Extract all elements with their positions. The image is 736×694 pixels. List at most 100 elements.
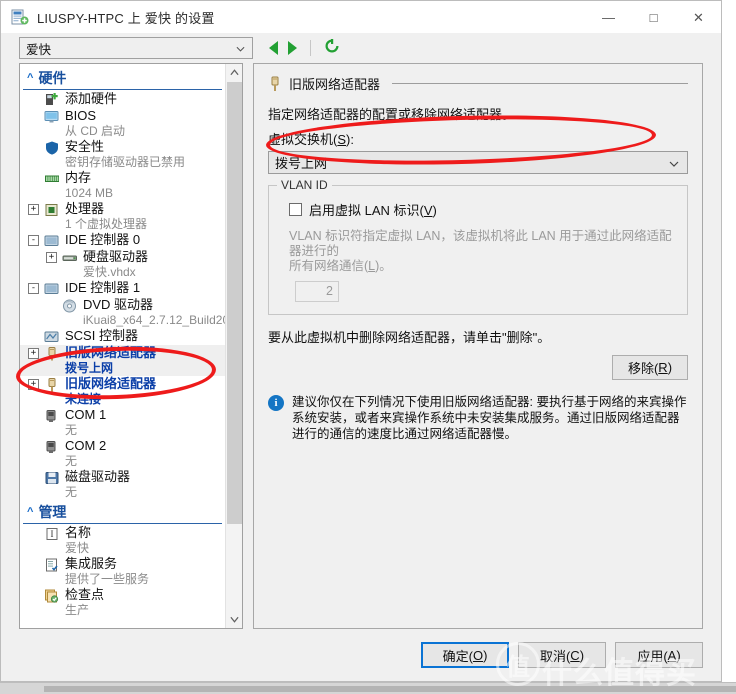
tree-item-row: BIOS 从 CD 启动 [20, 108, 225, 139]
tree-item-0-6[interactable]: + 硬盘驱动器 爱快.vhdx [20, 249, 225, 280]
remove-button-label-post: ) [667, 360, 673, 375]
com-port-icon [43, 439, 61, 455]
remove-instruction-text: 要从此虚拟机中删除网络适配器，请单击"删除"。 [268, 330, 551, 345]
virtual-switch-combobox[interactable]: 拨号上网 [268, 151, 688, 174]
remove-button[interactable]: 移除(R) [612, 355, 688, 380]
tree-item-0-1[interactable]: BIOS 从 CD 启动 [20, 108, 225, 139]
refresh-icon[interactable] [324, 38, 340, 59]
tree-item-0-3[interactable]: 内存 1024 MB [20, 170, 225, 201]
triangle-left-icon[interactable] [269, 41, 278, 55]
chevron-up-icon[interactable]: ^ [27, 72, 33, 84]
tree-item-subtitle: 生产 [65, 603, 90, 617]
vm-settings-dialog: LIUSPY-HTPC 上 爱快 的设置 — □ ✕ 爱快 ^ 硬件 添加硬件 … [0, 0, 722, 682]
toolbar: 爱快 [1, 33, 721, 63]
panel-description: 指定网络适配器的配置或移除网络适配器。 [268, 107, 516, 122]
cancel-button[interactable]: 取消(C) [518, 642, 606, 668]
tree-item-0-11[interactable]: + 旧版网络适配器 未连接 [20, 376, 225, 407]
apply-button[interactable]: 应用(A) [615, 642, 703, 668]
tree-item-0-12[interactable]: COM 1无 [20, 407, 225, 438]
enable-vlan-label-key: V [423, 203, 433, 218]
tree-item-0-5[interactable]: - IDE 控制器 0 [20, 232, 225, 249]
maximize-button[interactable]: □ [631, 1, 676, 33]
svg-text:I: I [51, 529, 54, 539]
tree-item-row: + 旧版网络适配器 未连接 [20, 376, 225, 407]
remove-button-row: 移除(R) [268, 355, 688, 380]
vlan-id-input[interactable]: 2 [295, 281, 339, 302]
tree-item-row: - IDE 控制器 0 [20, 232, 225, 249]
tree-item-label: IDE 控制器 0 [65, 232, 141, 247]
collapse-icon[interactable]: - [28, 283, 39, 294]
ok-button-label-post: ) [483, 647, 488, 663]
background-horizontal-scrollbar[interactable] [0, 682, 736, 694]
expand-icon[interactable]: + [28, 379, 39, 390]
tree-item-row: COM 1无 [20, 407, 225, 438]
remove-button-label-pre: 移除( [627, 361, 659, 376]
scroll-down-arrow-icon[interactable] [226, 611, 242, 628]
close-button[interactable]: ✕ [676, 1, 721, 33]
tree-section-label: 硬件 [38, 70, 67, 86]
tree-item-subtitle: 1 个虚拟处理器 [65, 217, 148, 231]
tree-section-header-1[interactable]: ^ 管理 [23, 501, 222, 524]
vm-selector-combobox[interactable]: 爱快 [19, 37, 253, 59]
tree-item-text: 硬盘驱动器 爱快.vhdx [83, 249, 148, 280]
scroll-up-arrow-icon[interactable] [226, 64, 242, 81]
tree-item-0-2[interactable]: 安全性 密钥存储驱动器已禁用 [20, 139, 225, 170]
tree-item-text: COM 1无 [65, 407, 106, 438]
tree-item-label: IDE 控制器 1 [65, 280, 141, 295]
info-notice-text: 建议你仅在下列情况下使用旧版网络适配器: 要执行基于网络的来宾操作系统安装，或者… [292, 395, 687, 441]
tree-item-0-7[interactable]: - IDE 控制器 1 [20, 280, 225, 297]
tree-item-text: BIOS 从 CD 启动 [65, 108, 125, 139]
tree-item-text: IDE 控制器 0 [65, 232, 140, 248]
tree-item-1-0[interactable]: I 名称 爱快 [20, 525, 225, 556]
tree-item-label: 检查点 [65, 587, 105, 602]
expand-icon[interactable]: + [28, 348, 39, 359]
tree-item-label: DVD 驱动器 [83, 297, 154, 312]
title-bar[interactable]: LIUSPY-HTPC 上 爱快 的设置 — □ ✕ [1, 1, 721, 33]
tree-item-1-2[interactable]: 检查点 生产 [20, 587, 225, 618]
enable-vlan-checkbox-row[interactable]: 启用虚拟 LAN 标识(V) [289, 200, 675, 219]
vm-selector-value: 爱快 [26, 42, 52, 57]
tree-item-row: SCSI 控制器 [20, 328, 225, 345]
settings-tree[interactable]: ^ 硬件添加硬件 BIOS 从 CD 启动 安全性 密钥存储驱动器已禁用 内存 1024 MB… [20, 64, 225, 628]
tree-item-0-13[interactable]: COM 2无 [20, 438, 225, 469]
triangle-right-icon[interactable] [288, 41, 297, 55]
tree-scrollbar-thumb[interactable] [227, 82, 242, 524]
background-scrollbar-thumb[interactable] [44, 686, 736, 692]
dialog-footer: 确定(O) 取消(C) 应用(A) [1, 629, 721, 681]
tree-item-0-14[interactable]: 磁盘驱动器无 [20, 469, 225, 500]
tree-item-text: 名称 爱快 [65, 525, 91, 556]
tree-item-1-1[interactable]: 集成服务 提供了一些服务 [20, 556, 225, 587]
expand-icon[interactable]: + [28, 204, 39, 215]
tree-item-row: COM 2无 [20, 438, 225, 469]
tree-item-row: + 硬盘驱动器 爱快.vhdx [20, 249, 225, 280]
tree-item-0-4[interactable]: + 处理器 1 个虚拟处理器 [20, 201, 225, 232]
tree-item-subtitle: iKuai8_x64_2.7.12_Build20... [83, 313, 225, 327]
tree-item-0-10[interactable]: + 旧版网络适配器 拨号上网 [20, 345, 225, 376]
settings-tree-panel: ^ 硬件添加硬件 BIOS 从 CD 启动 安全性 密钥存储驱动器已禁用 内存 1024 MB… [19, 63, 243, 629]
tree-item-row: I 名称 爱快 [20, 525, 225, 556]
add-hardware-icon [43, 92, 61, 108]
tree-item-row: 磁盘驱动器无 [20, 469, 225, 500]
checkpoint-icon [43, 588, 61, 604]
tree-item-label: SCSI 控制器 [65, 328, 138, 343]
expand-icon[interactable]: + [46, 252, 57, 263]
minimize-button[interactable]: — [586, 1, 631, 33]
tree-item-label: 旧版网络适配器 [65, 376, 157, 391]
collapse-icon[interactable]: - [28, 235, 39, 246]
tree-item-0-0[interactable]: 添加硬件 [20, 91, 225, 108]
vlan-help-text: VLAN 标识符指定虚拟 LAN，该虚拟机将此 LAN 用于通过此网络适配器进行… [289, 229, 675, 274]
tree-item-text: 检查点 生产 [65, 587, 104, 618]
tree-item-0-8[interactable]: DVD 驱动器 iKuai8_x64_2.7.12_Build20... [20, 297, 225, 328]
chevron-up-icon[interactable]: ^ [27, 506, 33, 518]
vlan-help-line2-pre: 所有网络通信( [289, 259, 369, 273]
tree-item-subtitle: 拨号上网 [65, 361, 114, 375]
apply-button-label-key: A [667, 647, 677, 663]
tree-item-subtitle: 无 [65, 454, 78, 468]
tree-section-header-0[interactable]: ^ 硬件 [23, 67, 222, 90]
tree-scrollbar[interactable] [225, 64, 242, 628]
panel-header-rule [392, 83, 688, 84]
virtual-switch-value: 拨号上网 [275, 156, 328, 171]
tree-item-0-9[interactable]: SCSI 控制器 [20, 328, 225, 345]
ok-button[interactable]: 确定(O) [421, 642, 509, 668]
enable-vlan-checkbox[interactable] [289, 203, 302, 216]
